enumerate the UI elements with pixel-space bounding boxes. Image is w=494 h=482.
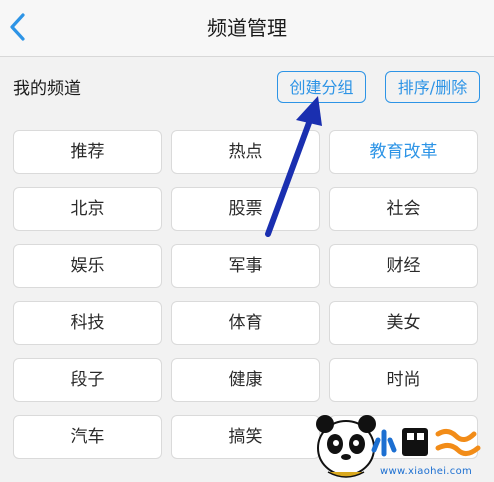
channel-item[interactable]: 教育改革 [329,130,478,174]
channel-item[interactable]: 美女 [329,301,478,345]
create-group-button[interactable]: 创建分组 [277,71,366,103]
top-nav-bar: 频道管理 [0,0,494,57]
channel-item[interactable]: 推荐 [13,130,162,174]
channel-item[interactable]: 军事 [171,244,320,288]
channel-item[interactable]: 科技 [13,301,162,345]
channel-item[interactable]: 汽车 [13,415,162,459]
channel-item[interactable]: 社会 [329,187,478,231]
channel-item[interactable]: 财经 [329,244,478,288]
page-title: 频道管理 [207,16,287,40]
channel-item[interactable]: 时尚 [329,358,478,402]
channel-item[interactable]: 健康 [171,358,320,402]
channel-item[interactable]: 股票 [171,187,320,231]
channel-item[interactable]: 热点 [171,130,320,174]
my-channels-label: 我的频道 [13,79,81,99]
channel-item[interactable]: 段子 [13,358,162,402]
channel-item[interactable]: 北京 [13,187,162,231]
watermark-url: www.xiaohei.com [380,466,473,477]
channel-item[interactable]: 娱乐 [13,244,162,288]
channel-item[interactable]: 体育 [171,301,320,345]
sort-delete-button[interactable]: 排序/删除 [385,71,480,103]
